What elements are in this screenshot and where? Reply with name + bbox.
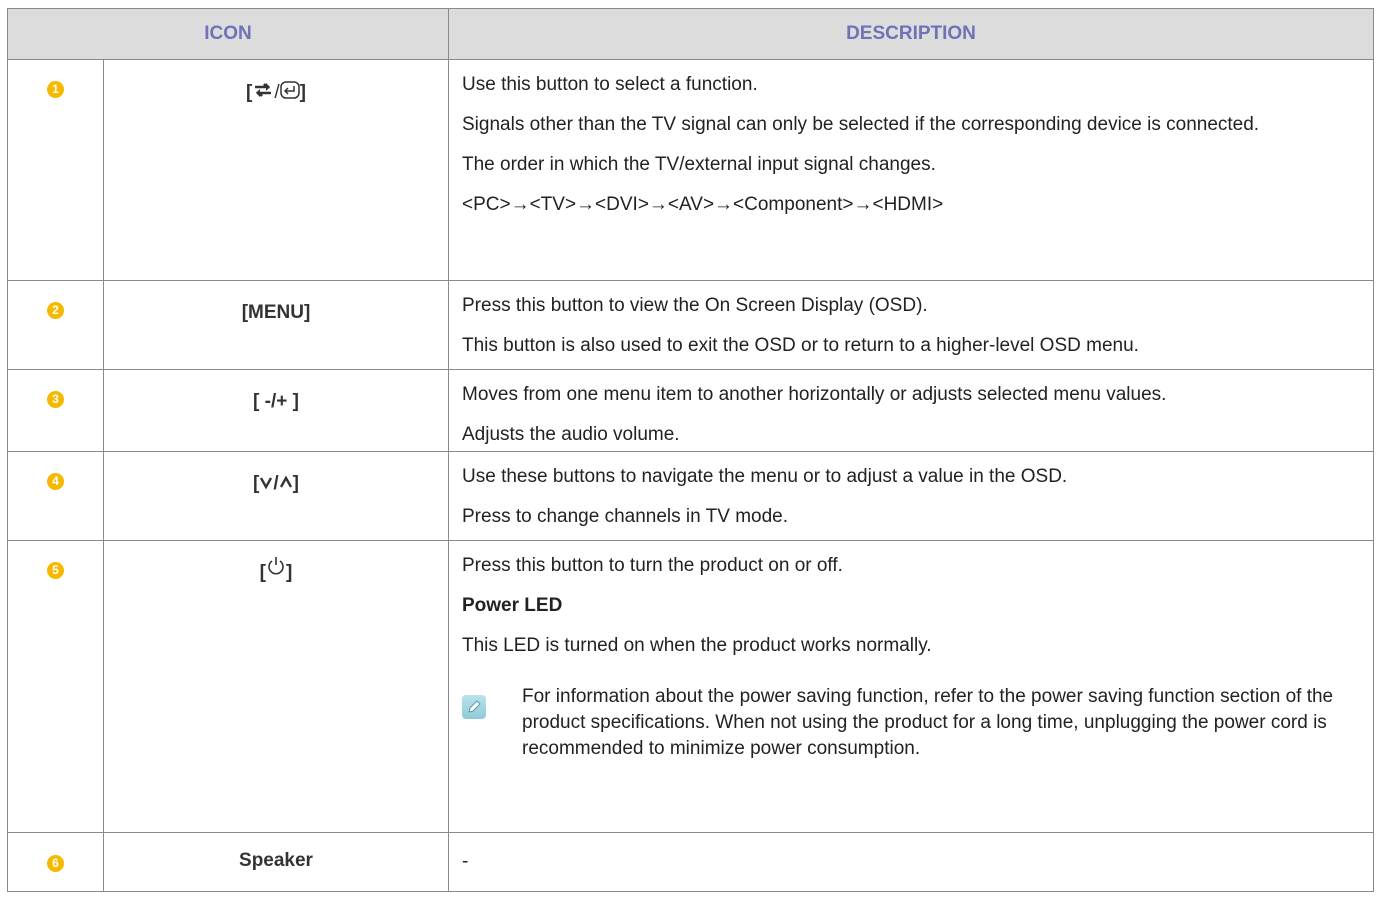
row-number-cell: 6: [7, 832, 104, 892]
buttons-table: ICON DESCRIPTION 1 [/] Use this button t…: [7, 8, 1374, 892]
description-line: This button is also used to exit the OSD…: [462, 335, 1139, 356]
description-line: Use this button to select a function.: [462, 74, 758, 95]
description-line: <PC>→<TV>→<DVI>→<AV>→<Component>→<HDMI>: [462, 194, 944, 215]
description-line: Adjusts the audio volume.: [462, 424, 680, 445]
number-badge: 5: [47, 562, 64, 579]
key-label: Speaker: [239, 850, 313, 871]
description-line: Press this button to turn the product on…: [462, 555, 843, 576]
table-row: 5 [] Press this button to turn the produ…: [7, 540, 1374, 833]
description-line: Press to change channels in TV mode.: [462, 506, 789, 527]
number-badge: 3: [47, 391, 64, 408]
bracket-close: ]: [286, 562, 293, 583]
key-label: [ -/+ ]: [253, 391, 299, 412]
description-cell: Use this button to select a function. Si…: [448, 59, 1374, 281]
bracket-close: ]: [292, 473, 299, 495]
description-line: The order in which the TV/external input…: [462, 154, 936, 175]
power-icon: [266, 555, 286, 581]
description-line: -: [462, 851, 469, 872]
table-row: 4 [/] Use these buttons to navigate the …: [7, 451, 1374, 541]
table-row: 6 Speaker -: [7, 832, 1374, 892]
row-number-cell: 5: [7, 540, 104, 833]
note-pencil-icon: [462, 695, 486, 719]
row-number-cell: 3: [7, 369, 104, 452]
key-cell: [MENU]: [103, 280, 449, 370]
number-badge: 4: [47, 473, 64, 490]
description-cell: Press this button to view the On Screen …: [448, 280, 1374, 370]
key-cell: [/]: [103, 451, 449, 541]
description-line: Use these buttons to navigate the menu o…: [462, 466, 1068, 487]
number-badge: 2: [47, 302, 64, 319]
description-line: Press this button to view the On Screen …: [462, 295, 928, 316]
row-number-cell: 2: [7, 280, 104, 370]
down-icon: [259, 473, 273, 495]
table-row: 3 [ -/+ ] Moves from one menu item to an…: [7, 369, 1374, 452]
source-icon: [252, 81, 274, 105]
power-led-heading: Power LED: [462, 595, 563, 616]
key-cell: [ -/+ ]: [103, 369, 449, 452]
icon-column-header: ICON: [7, 8, 449, 60]
table-row: 2 [MENU] Press this button to view the O…: [7, 280, 1374, 370]
description-line: Signals other than the TV signal can onl…: [462, 114, 1260, 135]
note-text: For information about the power saving f…: [522, 686, 1334, 759]
number-badge: 1: [47, 81, 64, 98]
key-cell: Speaker: [103, 832, 449, 892]
note-block: For information about the power saving f…: [462, 685, 1365, 762]
description-cell: -: [448, 832, 1374, 892]
number-badge: 6: [47, 855, 64, 872]
row-number-cell: 4: [7, 451, 104, 541]
table-row: 1 [/] Use this button to select a functi…: [7, 59, 1374, 281]
key-label: [MENU]: [241, 302, 311, 323]
key-cell: [/]: [103, 59, 449, 281]
description-column-header: DESCRIPTION: [448, 8, 1374, 60]
description-cell: Press this button to turn the product on…: [448, 540, 1374, 833]
description-cell: Moves from one menu item to another hori…: [448, 369, 1374, 452]
key-cell: []: [103, 540, 449, 833]
table-header-row: ICON DESCRIPTION: [7, 8, 1374, 60]
description-line: This LED is turned on when the product w…: [462, 635, 932, 656]
up-icon: [279, 473, 293, 495]
description-cell: Use these buttons to navigate the menu o…: [448, 451, 1374, 541]
enter-icon: [279, 81, 300, 105]
description-line: Moves from one menu item to another hori…: [462, 384, 1167, 405]
row-number-cell: 1: [7, 59, 104, 281]
bracket-close: ]: [299, 82, 306, 104]
